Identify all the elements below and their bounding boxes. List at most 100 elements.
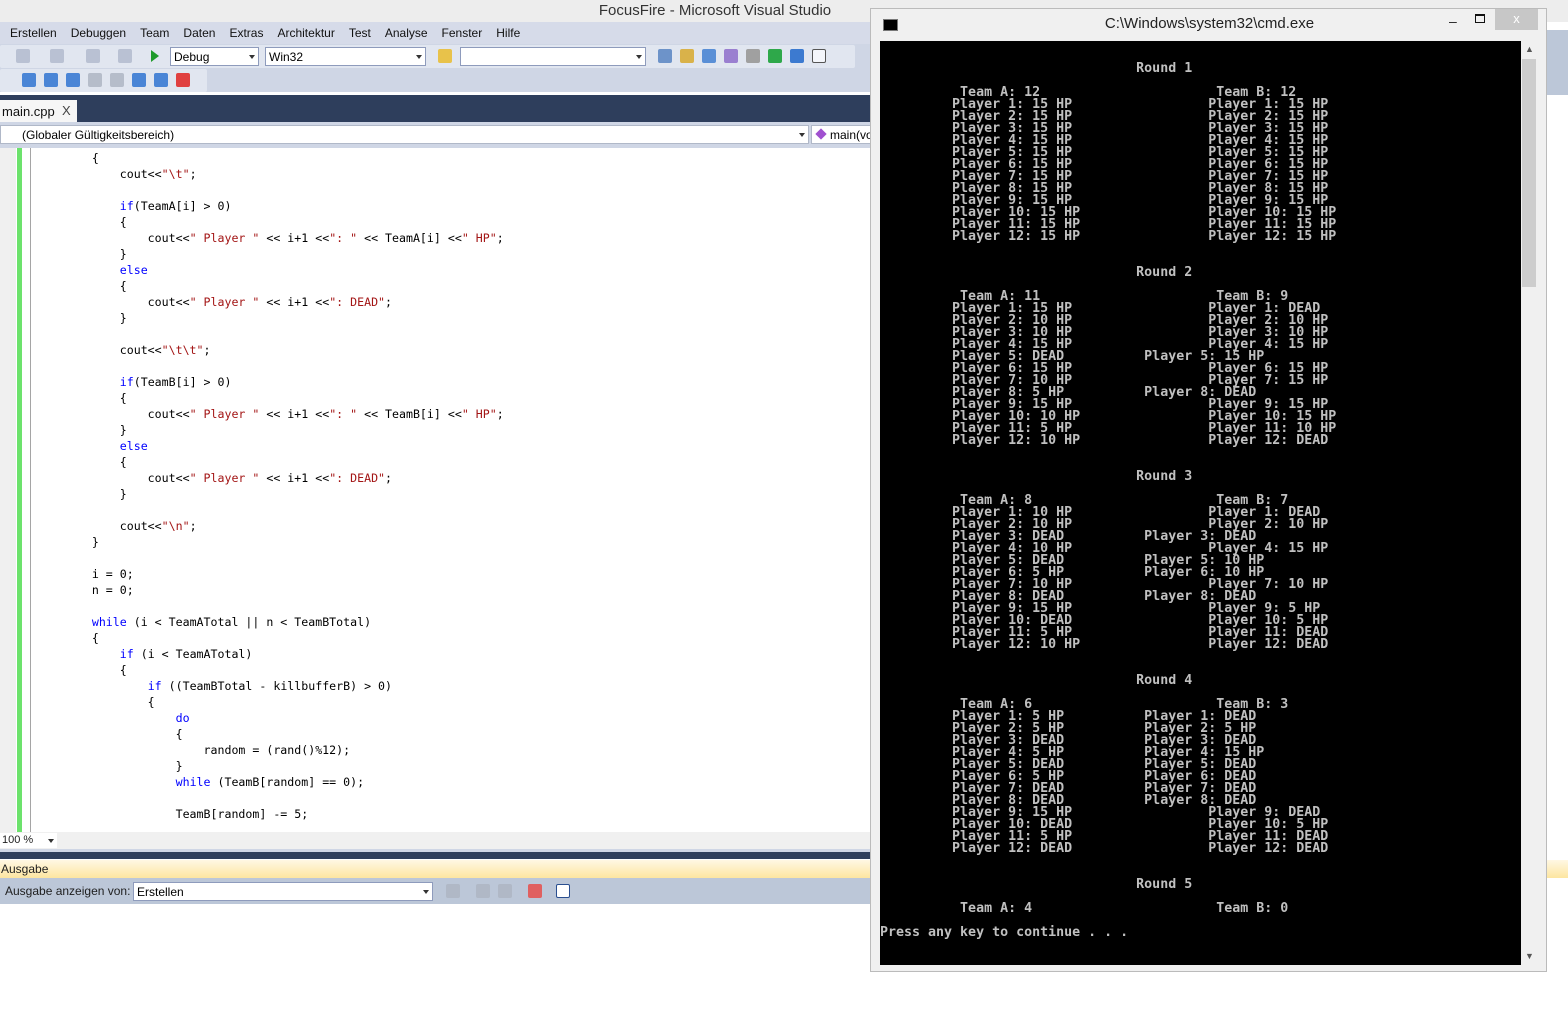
menu-item-debuggen[interactable]: Debuggen [71, 26, 126, 40]
code-line: cout<<"\t\t"; [36, 342, 504, 358]
splitter[interactable] [0, 849, 870, 859]
undo-icon[interactable] [16, 49, 30, 63]
menu-item-analyse[interactable]: Analyse [385, 26, 428, 40]
redo-icon[interactable] [50, 49, 64, 63]
class-view-icon[interactable] [724, 49, 738, 63]
bookmark-prev-icon[interactable] [66, 73, 80, 87]
console-line: Team A: 4 Team B: 0 [880, 901, 1289, 916]
next-message-icon[interactable] [498, 884, 512, 898]
start-page-icon[interactable] [768, 49, 782, 63]
bookmark-folder-icon[interactable] [110, 73, 124, 87]
solution-config-dropdown[interactable]: Debug [170, 47, 259, 66]
code-line: if ((TeamBTotal - killbufferB) > 0) [36, 678, 504, 694]
start-debugging-icon[interactable] [151, 50, 159, 62]
outdent-icon[interactable] [132, 73, 146, 87]
code-line: if (i < TeamATotal) [36, 646, 504, 662]
code-token: cout<< [36, 295, 190, 309]
scope-dropdown[interactable]: (Globaler Gültigkeitsbereich) [0, 125, 809, 144]
code-token: { [36, 279, 127, 293]
bookmark-icon[interactable] [44, 73, 58, 87]
menu-item-daten[interactable]: Daten [183, 26, 215, 40]
string-token: " Player " [189, 295, 260, 309]
keyword-token: else [119, 263, 148, 277]
menu-item-fenster[interactable]: Fenster [442, 26, 483, 40]
console-output[interactable]: Round 1 Team A: 12 Team B: 12 Player 1: … [880, 41, 1521, 965]
goto-error-icon[interactable] [446, 884, 460, 898]
platform-dropdown[interactable]: Win32 [265, 47, 426, 66]
string-token: " HP" [461, 407, 497, 421]
code-line: } [36, 534, 504, 550]
output-text[interactable] [0, 904, 870, 1010]
string-token: " Player " [189, 231, 260, 245]
properties-icon[interactable] [680, 49, 694, 63]
code-line: { [36, 390, 504, 406]
code-token: } [36, 759, 183, 773]
code-line: else [36, 262, 504, 278]
close-tab-icon[interactable]: X [62, 103, 71, 118]
menu-item-test[interactable]: Test [349, 26, 371, 40]
tab-main-cpp[interactable]: main.cpp X [0, 100, 77, 122]
navigate-forward-icon[interactable] [118, 49, 132, 63]
find-dropdown[interactable] [460, 47, 646, 66]
window-icon[interactable] [812, 49, 826, 63]
prev-message-icon[interactable] [476, 884, 490, 898]
code-token: ; [203, 343, 211, 357]
string-token: " Player " [189, 471, 260, 485]
maximize-button[interactable] [1475, 14, 1485, 23]
menu-item-team[interactable]: Team [140, 26, 169, 40]
keyword-token: do [175, 711, 190, 725]
string-token: ": DEAD" [329, 295, 386, 309]
minimize-button[interactable]: – [1449, 13, 1457, 29]
open-folder-icon[interactable] [438, 49, 452, 63]
tab-label: main.cpp [2, 104, 55, 119]
menu-bar: Erstellen Debuggen Team Daten Extras Architek… [0, 22, 870, 44]
toolbox-icon[interactable] [746, 49, 760, 63]
code-token: { [36, 631, 99, 645]
navigate-back-icon[interactable] [86, 49, 100, 63]
platform-value: Win32 [269, 50, 304, 64]
console-scrollbar[interactable]: ▲ ▼ [1521, 41, 1538, 965]
code-token: { [36, 215, 127, 229]
bookmark-next-icon[interactable] [88, 73, 102, 87]
code-token: << i+1 << [259, 231, 330, 245]
menu-item-extras[interactable]: Extras [229, 26, 263, 40]
scope-value: (Globaler Gültigkeitsbereich) [22, 128, 175, 142]
indent-icon[interactable] [154, 73, 168, 87]
clear-all-icon[interactable] [528, 884, 542, 898]
keyword-token: if [119, 199, 134, 213]
menu-item-erstellen[interactable]: Erstellen [10, 26, 57, 40]
code-lines: { cout<<"\t"; if(TeamA[i] > 0) { cout<<"… [36, 150, 504, 822]
code-editor[interactable]: { cout<<"\t"; if(TeamA[i] > 0) { cout<<"… [0, 148, 870, 832]
scroll-down-icon[interactable]: ▼ [1525, 951, 1534, 961]
cmd-window: C:\Windows\system32\cmd.exe – x Round 1 … [870, 8, 1547, 972]
output-source-dropdown[interactable]: Erstellen [133, 882, 433, 901]
code-token: ; [496, 231, 504, 245]
close-button[interactable]: x [1495, 9, 1538, 30]
code-line: TeamB[random] -= 5; [36, 806, 504, 822]
code-line: do [36, 710, 504, 726]
keyword-token: if [119, 647, 134, 661]
comment-icon[interactable] [22, 73, 36, 87]
scrollbar-thumb[interactable] [1522, 59, 1536, 287]
clear-bookmarks-icon[interactable] [176, 73, 190, 87]
scroll-up-icon[interactable]: ▲ [1525, 44, 1534, 54]
code-line: } [36, 422, 504, 438]
code-line: while (TeamB[random] == 0); [36, 774, 504, 790]
word-wrap-icon[interactable] [556, 884, 570, 898]
console-line: Round 2 [880, 265, 1193, 280]
menu-item-hilfe[interactable]: Hilfe [496, 26, 520, 40]
string-token: " HP" [461, 231, 497, 245]
code-token: { [36, 727, 183, 741]
code-token: } [36, 247, 127, 261]
solution-explorer-icon[interactable] [658, 49, 672, 63]
menu-item-architektur[interactable]: Architektur [277, 26, 334, 40]
zoom-dropdown[interactable]: 100 % [0, 833, 57, 848]
code-token: ; [496, 407, 504, 421]
object-browser-icon[interactable] [702, 49, 716, 63]
team-explorer-icon[interactable] [790, 49, 804, 63]
code-token: ; [385, 471, 393, 485]
